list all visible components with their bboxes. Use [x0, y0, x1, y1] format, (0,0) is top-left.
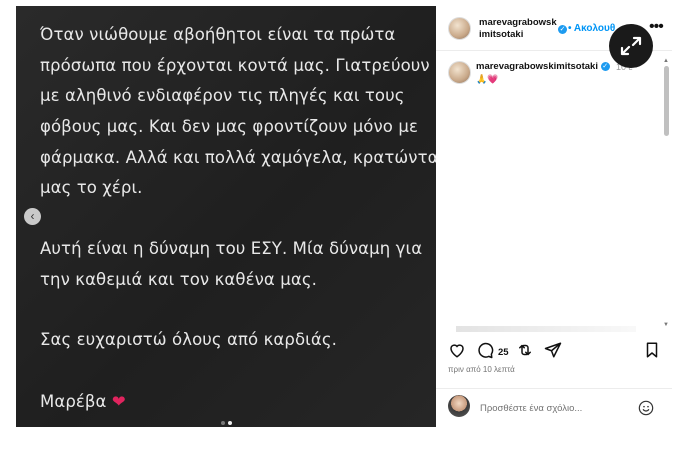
- post-text-line: Αυτή είναι η δύναμη του ΕΣΥ. Μία δύναμη …: [40, 239, 423, 258]
- repost-icon[interactable]: [516, 341, 534, 364]
- post-text-line: πρόσωπα που έρχονται κοντά μας. Γιατρεύο…: [40, 56, 430, 75]
- caption-avatar[interactable]: [448, 61, 471, 84]
- bookmark-icon[interactable]: [643, 341, 661, 364]
- verified-badge-icon: ✓: [558, 25, 567, 34]
- emoji-smile-icon[interactable]: [638, 400, 654, 421]
- author-username[interactable]: marevagrabowsk imitsotaki: [479, 17, 557, 41]
- comments-scrollbar[interactable]: ▲ ▼: [662, 58, 670, 330]
- post-signature: Μαρέβα ❤: [40, 392, 126, 411]
- post-text-line: με αληθινό ενδιαφέρον τις πληγές και του…: [40, 86, 405, 105]
- comment-row-faded: [456, 326, 636, 332]
- post-timestamp: πριν από 10 λεπτά: [448, 365, 515, 374]
- current-user-avatar: [448, 395, 470, 417]
- author-avatar[interactable]: [448, 17, 471, 40]
- post-text-line: φάρμακα. Αλλά και πολλά χαμόγελα, κρατών…: [40, 148, 436, 167]
- post-text-line: την καθεμιά και τον καθένα μας.: [40, 270, 317, 289]
- share-icon[interactable]: [544, 341, 562, 364]
- previous-slide-button[interactable]: ‹: [24, 208, 41, 225]
- heart-icon: ❤: [111, 392, 126, 411]
- like-heart-icon[interactable]: [448, 341, 466, 364]
- caption: marevagrabowskimitsotaki ✓: [476, 61, 610, 72]
- expand-button[interactable]: [609, 24, 653, 68]
- caption-emojis: 🙏💗: [476, 74, 499, 84]
- chevron-left-icon: ‹: [30, 209, 35, 223]
- post-text-line: φόβους μας. Και δεν μας φροντίζουν μόνο …: [40, 117, 418, 136]
- scroll-thumb[interactable]: [664, 66, 669, 136]
- caption-username[interactable]: marevagrabowskimitsotaki: [476, 61, 598, 72]
- username-part: imitsotaki: [479, 29, 524, 40]
- carousel-dot-active: [228, 421, 232, 425]
- action-bar: 25: [436, 337, 672, 367]
- signature-name: Μαρέβα: [40, 392, 107, 411]
- post-image: Όταν νιώθουμε αβοήθητοι είναι τα πρώτα π…: [16, 6, 436, 427]
- comment-count: 25: [498, 347, 509, 358]
- carousel-dot: [221, 421, 225, 425]
- username-part: marevagrabowsk: [479, 17, 557, 28]
- comment-bar: Προσθέστε ένα σχόλιο...: [436, 388, 672, 428]
- expand-arrows-icon: [620, 36, 642, 56]
- post-text-line: Όταν νιώθουμε αβοήθητοι είναι τα πρώτα: [40, 25, 396, 44]
- post-details-panel: marevagrabowsk imitsotaki ✓ • Ακολουθ ••…: [436, 6, 672, 427]
- post-text-line: Σας ευχαριστώ όλους από καρδιάς.: [40, 330, 337, 349]
- scroll-down-icon[interactable]: ▼: [663, 322, 669, 328]
- comment-input[interactable]: Προσθέστε ένα σχόλιο...: [480, 403, 582, 414]
- scroll-up-icon[interactable]: ▲: [663, 58, 669, 64]
- post-text-line: μας το χέρι.: [40, 178, 143, 197]
- comment-icon[interactable]: [476, 341, 494, 364]
- carousel-dots: [221, 412, 235, 427]
